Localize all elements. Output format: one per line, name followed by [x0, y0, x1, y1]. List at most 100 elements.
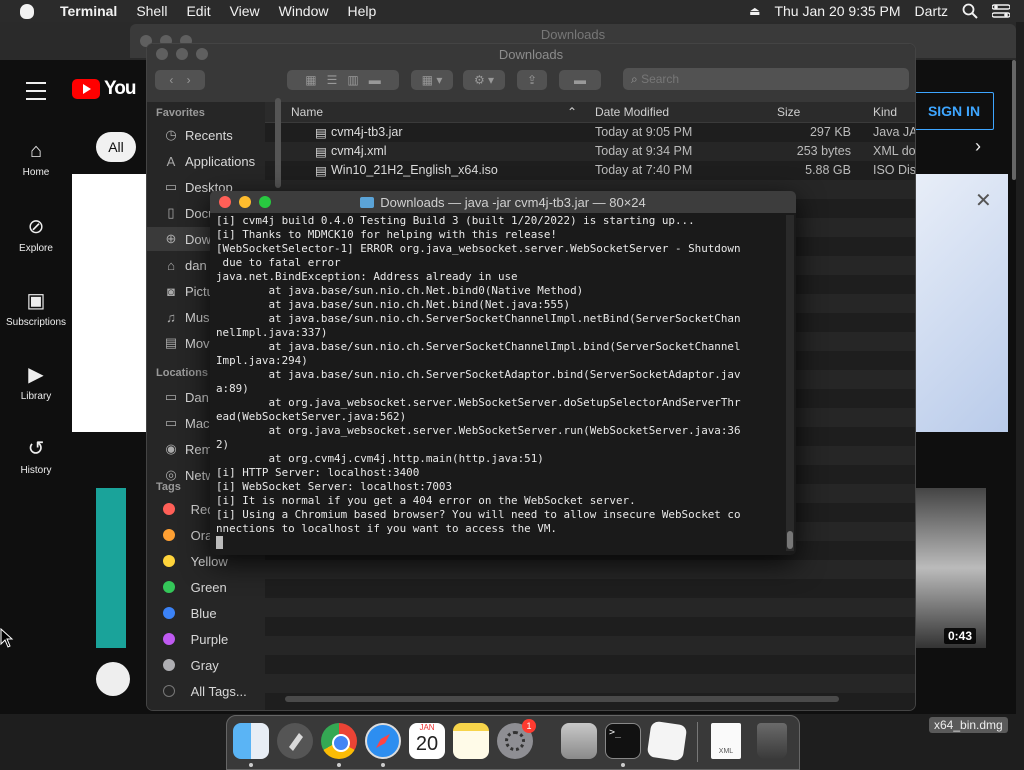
tag-green[interactable]: Green	[163, 575, 227, 599]
terminal-output[interactable]: [i] cvm4j build 0.4.0 Testing Build 3 (b…	[216, 214, 782, 536]
sign-in-button[interactable]: SIGN IN	[914, 92, 994, 130]
terminal-zoom-button[interactable]	[259, 196, 271, 208]
group-button[interactable]: ▦ ▾	[411, 70, 453, 90]
column-size[interactable]: Size	[777, 102, 800, 122]
channel-avatar[interactable]	[96, 662, 130, 696]
terminal-icon[interactable]: >_	[605, 723, 641, 759]
eject-icon[interactable]: ⏏	[749, 4, 760, 18]
date-time[interactable]: Thu Jan 20 9:35 PM	[774, 3, 900, 19]
menu-shell[interactable]: Shell	[136, 3, 167, 19]
menu-view[interactable]: View	[230, 3, 260, 19]
menu-bar: Terminal Shell Edit View Window Help ⏏ T…	[0, 0, 1024, 22]
sidebar-item-recents[interactable]: ◷ Recents	[163, 123, 233, 147]
sidebar-location-mac[interactable]: ▭ Mac	[163, 411, 210, 435]
file-row[interactable]: ▤ Win10_21H2_English_x64.iso Today at 7:…	[265, 161, 915, 180]
sidebar-item-applications[interactable]: A Applications	[163, 149, 255, 173]
file-size: 297 KB	[809, 125, 851, 139]
view-list-icon[interactable]: ☰	[327, 73, 338, 87]
camera-icon: ◙	[167, 283, 175, 299]
view-gallery-icon[interactable]: ▬	[369, 73, 381, 87]
user-name[interactable]: Dartz	[915, 3, 948, 19]
file-name: cvm4j.xml	[331, 144, 387, 158]
launchpad-icon[interactable]	[277, 723, 313, 759]
finder-toolbar[interactable]: Downloads ‹ › ▦ ☰ ▥ ▬ ▦ ▾ ⚙ ▾ ⇪ ▬ ⌕ Sear…	[147, 44, 915, 102]
clock-icon: ◷	[165, 127, 177, 142]
horizontal-scrollbar[interactable]	[285, 696, 839, 702]
view-icons-icon[interactable]: ▦	[305, 73, 316, 87]
sidebar-scrollbar[interactable]	[275, 98, 281, 188]
calendar-icon[interactable]: JAN 20	[409, 723, 445, 759]
terminal-window[interactable]: Downloads — java -jar cvm4j-tb3.jar — 80…	[210, 191, 796, 555]
chevron-left-icon[interactable]: ‹	[169, 73, 173, 87]
notes-icon[interactable]	[453, 723, 489, 759]
locations-heading: Locations	[156, 367, 208, 379]
column-kind[interactable]: Kind	[873, 102, 897, 122]
back-forward-buttons[interactable]: ‹ ›	[155, 70, 205, 90]
tag-all[interactable]: All Tags...	[163, 679, 247, 703]
tag-blue[interactable]: Blue	[163, 601, 217, 625]
tag-button[interactable]: ▬	[559, 70, 601, 90]
column-name[interactable]: Name ⌃	[291, 102, 577, 122]
terminal-minimize-button[interactable]	[239, 196, 251, 208]
tag-red-dot	[163, 503, 175, 515]
column-date[interactable]: Date Modified	[595, 102, 669, 122]
running-indicator	[621, 763, 625, 767]
terminal-scrollbar-track[interactable]	[786, 215, 794, 551]
view-columns-icon[interactable]: ▥	[347, 73, 358, 87]
file-row[interactable]: ▤ cvm4j.xml Today at 9:34 PM 253 bytes X…	[265, 142, 915, 161]
youtube-scrollbar[interactable]	[1012, 60, 1016, 180]
search-icon[interactable]	[962, 3, 978, 19]
youtube-logo[interactable]: You	[72, 78, 137, 100]
tag-gray[interactable]: Gray	[163, 653, 219, 677]
sidebar-item-label: Dan	[185, 389, 209, 405]
menu-app-name[interactable]: Terminal	[60, 3, 117, 19]
control-center-icon[interactable]	[992, 4, 1010, 18]
file-row[interactable]: ▤ cvm4j-tb3.jar Today at 9:05 PM 297 KB …	[265, 123, 915, 142]
action-button[interactable]: ⚙ ▾	[463, 70, 505, 90]
tag-red[interactable]: Red	[163, 497, 214, 521]
banner-right[interactable]	[915, 174, 1008, 432]
sidebar-item-label: Recents	[185, 127, 233, 143]
history-icon: ↺	[27, 438, 45, 460]
view-mode-buttons[interactable]: ▦ ☰ ▥ ▬	[287, 70, 399, 90]
video-thumb-left[interactable]	[96, 488, 126, 648]
trash-icon[interactable]	[757, 723, 787, 759]
banner-left[interactable]	[72, 174, 148, 432]
finder-icon[interactable]	[233, 723, 269, 759]
menu-hamburger-icon[interactable]	[26, 82, 46, 100]
nav-explore[interactable]: ⊘ Explore	[0, 214, 72, 254]
nav-home[interactable]: ⌂ Home	[0, 140, 72, 178]
film-icon: ▤	[164, 335, 178, 350]
chevron-right-icon[interactable]: ›	[975, 136, 981, 157]
apple-icon[interactable]	[20, 3, 34, 19]
nav-library[interactable]: ▶ Library	[0, 362, 72, 402]
chevron-right-icon[interactable]: ›	[187, 73, 191, 87]
finder-title: Downloads	[498, 47, 564, 62]
textedit-icon[interactable]	[646, 720, 688, 762]
terminal-scrollbar-thumb[interactable]	[787, 531, 793, 549]
search-icon: ⌕	[631, 71, 642, 86]
chrome-icon[interactable]	[321, 723, 357, 759]
close-ad-icon[interactable]: ✕	[975, 188, 992, 213]
xml-file-icon[interactable]: XML	[711, 723, 741, 759]
share-button[interactable]: ⇪	[517, 70, 547, 90]
menu-help[interactable]: Help	[347, 3, 376, 19]
video-duration: 0:43	[944, 628, 977, 644]
terminal-titlebar[interactable]: Downloads — java -jar cvm4j-tb3.jar — 80…	[210, 191, 796, 213]
menu-edit[interactable]: Edit	[186, 3, 210, 19]
column-kind-label: Kind	[873, 105, 898, 119]
disk-icon: ▭	[164, 389, 178, 404]
sidebar-location-disk[interactable]: ▭ Dan	[163, 385, 209, 409]
archive-icon[interactable]	[561, 723, 597, 759]
chip-all[interactable]: All	[96, 132, 136, 162]
nav-subscriptions[interactable]: ▣ Subscriptions	[0, 288, 72, 328]
tag-purple[interactable]: Purple	[163, 627, 228, 651]
nav-history[interactable]: ↺ History	[0, 436, 72, 476]
search-field[interactable]: ⌕ Search	[623, 68, 909, 90]
applications-icon: A	[166, 153, 176, 169]
running-indicator	[381, 763, 385, 767]
safari-icon[interactable]	[365, 723, 401, 759]
menu-window[interactable]: Window	[279, 3, 329, 19]
sidebar-item-home[interactable]: ⌂ dan	[163, 253, 207, 277]
terminal-close-button[interactable]	[219, 196, 231, 208]
